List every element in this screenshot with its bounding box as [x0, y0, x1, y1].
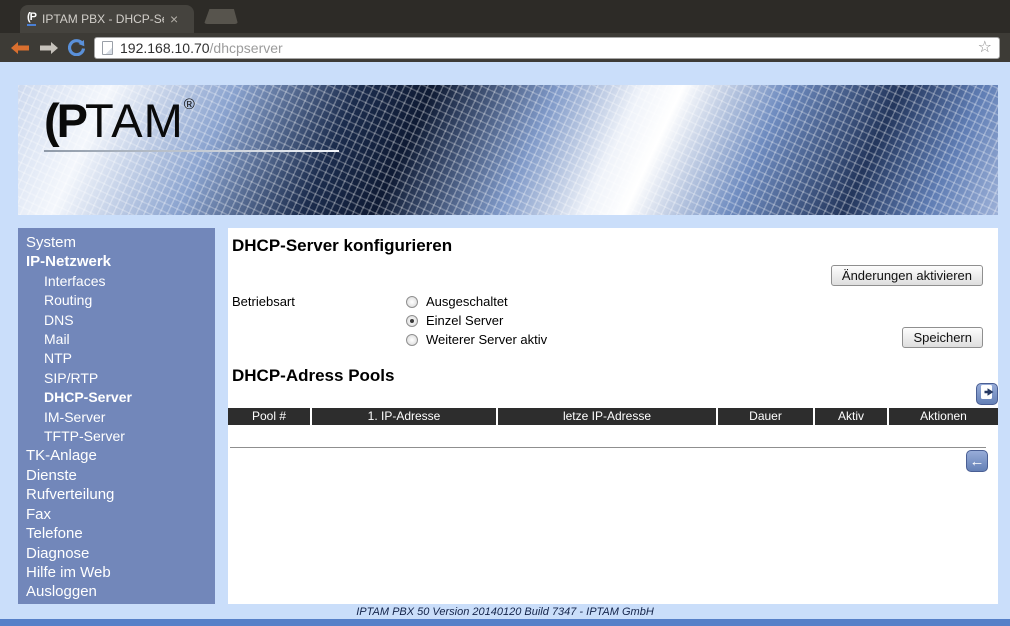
table-header-aktionen: Aktionen	[889, 408, 998, 425]
betriebsart-label: Betriebsart	[232, 294, 295, 309]
add-pool-button[interactable]	[976, 383, 998, 405]
url-text[interactable]: 192.168.10.70/dhcpserver	[120, 40, 283, 56]
radio-button-icon[interactable]	[406, 334, 418, 346]
logo-registered-mark: ®	[184, 96, 195, 113]
logo-ip: (P	[44, 94, 85, 147]
sidebar-item-mail[interactable]: Mail	[26, 330, 215, 349]
table-header-aktiv: Aktiv	[815, 408, 887, 425]
footer-version-text: IPTAM PBX 50 Version 20140120 Build 7347…	[0, 606, 1010, 618]
browser-chrome: (P IPTAM PBX - DHCP-Server × 192.168.10.…	[0, 0, 1010, 62]
logo-underline	[44, 150, 339, 152]
browser-titlebar: (P IPTAM PBX - DHCP-Server ×	[0, 0, 1010, 33]
new-tab-button[interactable]	[204, 9, 238, 24]
sidebar-item-dhcp-server[interactable]: DHCP-Server	[26, 388, 215, 407]
sidebar-item-fax[interactable]: Fax	[26, 505, 215, 524]
radio-option-ausgeschaltet[interactable]: Ausgeschaltet	[406, 292, 547, 311]
tab-title: IPTAM PBX - DHCP-Server	[42, 12, 164, 26]
pools-title: DHCP-Adress Pools	[232, 366, 394, 386]
sidebar-item-ip-netzwerk[interactable]: IP-Netzwerk	[26, 252, 215, 271]
iptam-favicon-icon: (P	[27, 12, 36, 26]
address-bar[interactable]: 192.168.10.70/dhcpserver ☆	[94, 37, 1000, 59]
sidebar-item-ausloggen[interactable]: Ausloggen	[26, 582, 215, 601]
sidebar-item-sip-rtp[interactable]: SIP/RTP	[26, 369, 215, 388]
table-header-1-ip-adresse: 1. IP-Adresse	[312, 408, 496, 425]
back-nav-icon[interactable]	[10, 41, 30, 55]
bottom-bar	[0, 619, 1010, 626]
sidebar-item-dienste[interactable]: Dienste	[26, 466, 215, 485]
page-icon	[102, 41, 113, 55]
sidebar-item-tftp-server[interactable]: TFTP-Server	[26, 427, 215, 446]
pool-table: Pool #1. IP-Adresseletze IP-AdresseDauer…	[228, 408, 998, 425]
browser-tab[interactable]: (P IPTAM PBX - DHCP-Server ×	[20, 5, 194, 33]
sidebar-item-rufverteilung[interactable]: Rufverteilung	[26, 485, 215, 504]
sidebar-item-telefone[interactable]: Telefone	[26, 524, 215, 543]
activate-changes-button[interactable]: Änderungen aktivieren	[831, 265, 983, 286]
table-header-pool: Pool #	[228, 408, 310, 425]
page-title: DHCP-Server konfigurieren	[232, 236, 452, 256]
logo-tam: TAM	[85, 94, 184, 147]
forward-nav-icon[interactable]	[39, 41, 59, 55]
reload-icon[interactable]	[68, 39, 85, 56]
sidebar-nav: SystemIP-NetzwerkInterfacesRoutingDNSMai…	[18, 228, 215, 604]
iptam-logo: (PTAM®	[44, 93, 339, 152]
betriebsart-radio-group: Ausgeschaltet Einzel Server Weiterer Serve…	[406, 292, 547, 349]
main-content: DHCP-Server konfigurieren Änderungen akt…	[228, 228, 998, 604]
sidebar-item-tk-anlage[interactable]: TK-Anlage	[26, 446, 215, 465]
radio-label: Weiterer Server aktiv	[426, 332, 547, 347]
sidebar-item-ntp[interactable]: NTP	[26, 349, 215, 368]
back-arrow-icon: ←	[970, 454, 985, 469]
radio-label: Einzel Server	[426, 313, 503, 328]
sidebar-item-interfaces[interactable]: Interfaces	[26, 272, 215, 291]
sidebar-item-system[interactable]: System	[26, 233, 215, 252]
sidebar-item-dns[interactable]: DNS	[26, 311, 215, 330]
sidebar-item-im-server[interactable]: IM-Server	[26, 408, 215, 427]
add-entry-icon	[980, 384, 994, 405]
radio-option-einzel-server[interactable]: Einzel Server	[406, 311, 547, 330]
sidebar-item-diagnose[interactable]: Diagnose	[26, 544, 215, 563]
sidebar-item-routing[interactable]: Routing	[26, 291, 215, 310]
page-body: (PTAM® SystemIP-NetzwerkInterfacesRoutin…	[0, 62, 1010, 626]
sidebar-item-hilfe-im-web[interactable]: Hilfe im Web	[26, 563, 215, 582]
radio-button-icon[interactable]	[406, 296, 418, 308]
save-button[interactable]: Speichern	[902, 327, 983, 348]
separator-line	[230, 447, 986, 448]
browser-toolbar: 192.168.10.70/dhcpserver ☆	[0, 33, 1010, 62]
table-header-letze-ip-adresse: letze IP-Adresse	[498, 408, 716, 425]
bookmark-star-icon[interactable]: ☆	[978, 40, 992, 56]
radio-label: Ausgeschaltet	[426, 294, 508, 309]
table-header-dauer: Dauer	[718, 408, 813, 425]
radio-button-icon[interactable]	[406, 315, 418, 327]
iptam-banner: (PTAM®	[18, 85, 998, 215]
tab-close-icon[interactable]: ×	[170, 12, 178, 26]
radio-option-weiterer-server-aktiv[interactable]: Weiterer Server aktiv	[406, 330, 547, 349]
back-button[interactable]: ←	[966, 450, 988, 472]
